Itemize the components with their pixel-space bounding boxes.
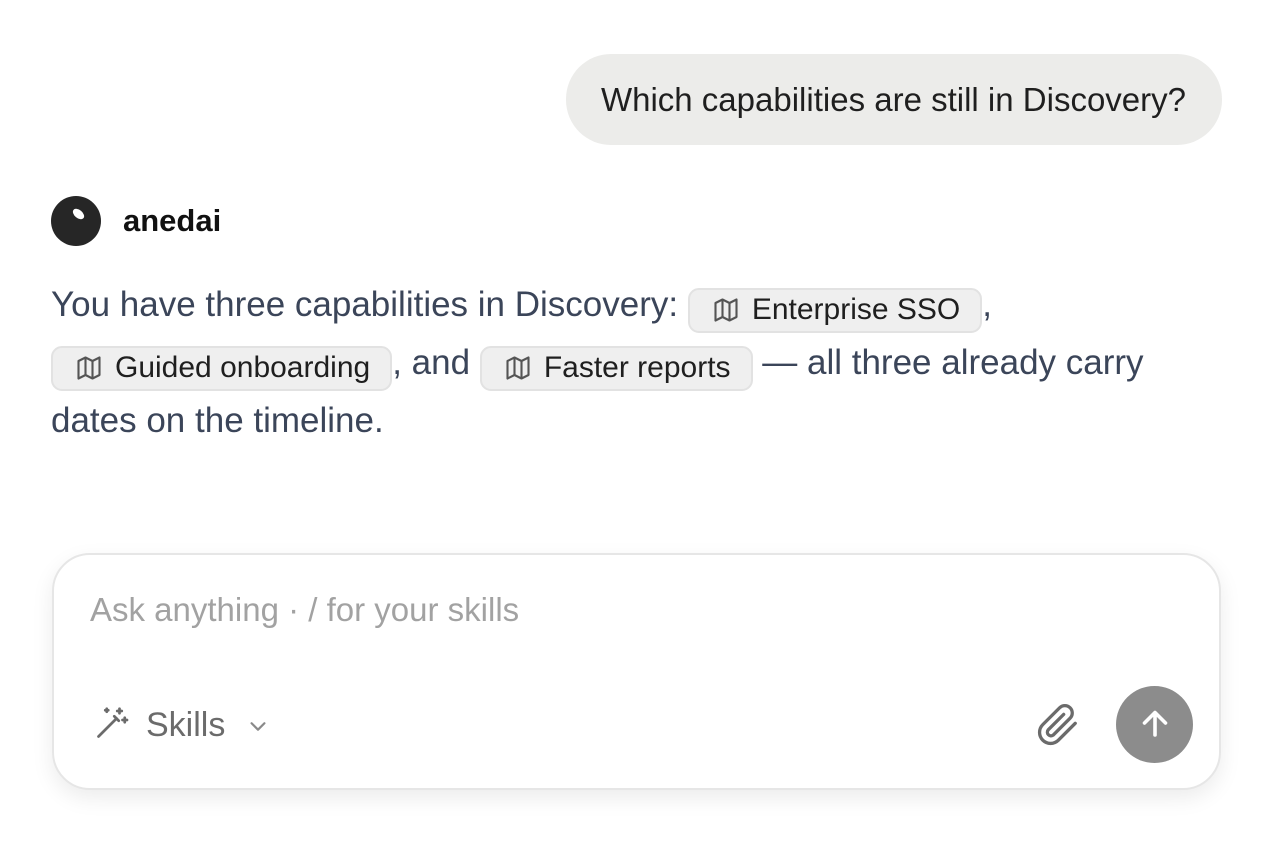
assistant-name: anedai [123,203,222,238]
chat-page: Which capabilities are still in Discover… [0,0,1273,843]
user-message-row: Which capabilities are still in Discover… [565,54,1222,145]
map-icon [75,354,103,382]
assistant-avatar [51,196,101,246]
assistant-message: You have three capabilities in Discovery… [51,276,1176,450]
message-input[interactable] [90,591,1170,629]
capability-chip-guided-onboarding[interactable]: Guided onboarding [51,345,393,391]
chevron-down-icon [247,715,269,737]
user-message-bubble: Which capabilities are still in Discover… [565,54,1222,145]
message-separator: , and [392,343,471,382]
chip-label: Enterprise SSO [751,293,961,326]
chip-label: Guided onboarding [115,351,371,384]
capability-chip-enterprise-sso[interactable]: Enterprise SSO [687,287,983,333]
message-composer: Skills [52,553,1221,790]
message-separator: , [982,285,992,324]
paperclip-icon [1036,703,1080,751]
chip-label: Faster reports [543,351,731,384]
message-intro: You have three capabilities in Discovery… [51,285,688,324]
skills-label: Skills [146,706,226,744]
skills-dropdown-button[interactable]: Skills [94,705,269,746]
assistant-header: anedai [51,196,221,246]
attach-button[interactable] [1036,703,1080,752]
map-icon [504,354,532,382]
send-button[interactable] [1116,686,1193,763]
map-icon [712,296,740,324]
magic-wand-icon [94,705,130,746]
arrow-up-icon [1137,705,1173,744]
capability-chip-faster-reports[interactable]: Faster reports [479,345,753,391]
user-message-text: Which capabilities are still in Discover… [600,80,1186,118]
